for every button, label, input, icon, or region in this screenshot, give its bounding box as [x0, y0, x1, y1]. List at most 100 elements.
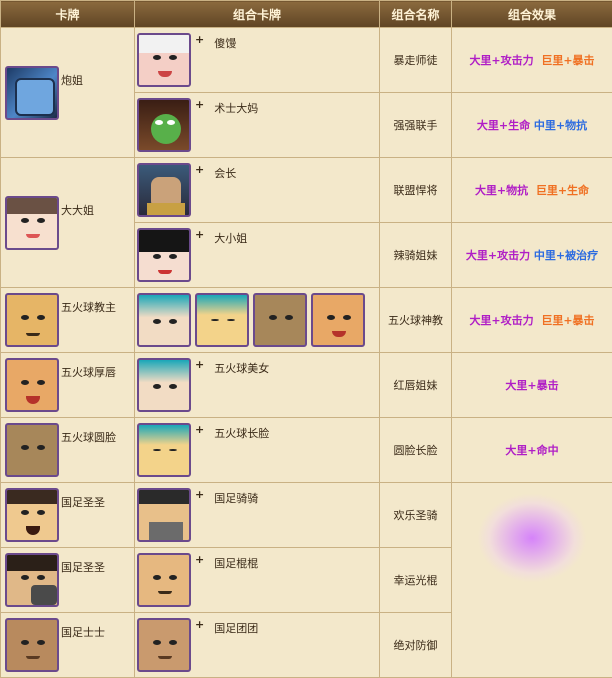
effect-part: 大里+攻击力: [469, 54, 534, 67]
partner-name: 大小姐: [214, 232, 248, 245]
effect-part: 巨里+暴击: [541, 314, 595, 327]
plus-sign: +: [195, 98, 205, 111]
combo-name: 圆脸长脸: [379, 417, 452, 483]
effect-part: 大里+命中: [505, 444, 559, 457]
card-name: 五火球圆脸: [61, 431, 116, 444]
partner-name: 国足棍棍: [214, 557, 259, 570]
effect-part: 中里+物抗: [533, 119, 588, 132]
table-row: 国足圣圣 + 国足骑骑 欢乐圣骑: [0, 482, 612, 678]
partner-portrait[interactable]: [195, 293, 249, 347]
combo-effect: 大里+攻击力 中里+被治疗: [451, 222, 612, 288]
table-row: 大大姐 + 会长 联盟悍将 大里+物抗 巨里+生命: [0, 157, 612, 288]
partner-portrait[interactable]: [137, 423, 191, 477]
combo-effect: [451, 482, 612, 678]
partner-portrait[interactable]: [137, 33, 191, 87]
partner-name: 国足团团: [214, 622, 259, 635]
effect-part: 中里+被治疗: [533, 249, 599, 262]
combo-cell: + 国足棍棍: [134, 547, 380, 613]
plus-sign: +: [195, 488, 205, 501]
card-portrait[interactable]: [5, 618, 59, 672]
card-name: 国足士士: [61, 626, 105, 639]
partner-portrait[interactable]: [253, 293, 307, 347]
partner-portrait[interactable]: [137, 98, 191, 152]
plus-sign: +: [195, 33, 205, 46]
card-portrait[interactable]: [5, 65, 59, 120]
table-row: 炮姐 + 傻馒 暴走师徒 大里+攻击力 巨里+暴击: [0, 27, 612, 158]
combo-name: 欢乐圣骑: [379, 482, 452, 548]
plus-sign: +: [195, 423, 205, 436]
card-name: 国足圣圣: [61, 496, 105, 509]
effect-part: 大里+物抗: [474, 184, 529, 197]
partner-portrait[interactable]: [137, 488, 191, 542]
combo-cell: + 国足骑骑: [134, 482, 380, 548]
partner-name: 五火球美女: [214, 362, 270, 375]
partner-name: 会长: [214, 167, 237, 180]
table-row: 五火球厚唇 + 五火球美女 红唇姐妹 大里+暴击: [0, 352, 612, 418]
combo-name: 暴走师徒: [379, 27, 452, 93]
partner-portrait[interactable]: [137, 293, 191, 347]
header-card: 卡牌: [0, 0, 135, 28]
combo-name: 红唇姐妹: [379, 352, 452, 418]
combo-cell: + 五火球长脸: [134, 417, 380, 483]
combo-effect: 大里+暴击: [451, 352, 612, 418]
partner-name: 术士大妈: [214, 102, 259, 115]
effect-part: 大里+暴击: [505, 379, 559, 392]
card-cell: 五火球教主: [0, 287, 135, 353]
card-cell: 大大姐: [0, 157, 135, 288]
partner-portrait[interactable]: [137, 618, 191, 672]
card-portrait[interactable]: [5, 423, 59, 477]
combo-cell: + 傻馒: [134, 27, 380, 93]
card-portrait[interactable]: [5, 358, 59, 412]
combo-effect: 大里+生命 中里+物抗: [451, 92, 612, 158]
partner-portrait[interactable]: [137, 553, 191, 607]
card-cell: 国足圣圣: [0, 547, 135, 613]
card-cell: 五火球厚唇: [0, 352, 135, 418]
combo-cell: + 大小姐: [134, 222, 380, 288]
card-name: 炮姐: [61, 73, 83, 87]
card-cell: 国足士士: [0, 612, 135, 678]
table-row: 五火球教主 五火球神教 大里+攻击力 巨里+暴击: [0, 287, 612, 353]
plus-sign: +: [195, 228, 205, 241]
combo-name: 强强联手: [379, 92, 452, 158]
combo-name: 幸运光棍: [379, 547, 452, 613]
plus-sign: +: [195, 618, 205, 631]
combo-cell: + 国足团团: [134, 612, 380, 678]
card-name: 大大姐: [61, 203, 94, 217]
combo-effect: 大里+攻击力 巨里+暴击: [451, 27, 612, 93]
combo-effect: 大里+命中: [451, 417, 612, 483]
partner-name: 傻馒: [214, 37, 237, 50]
table-row: 五火球圆脸 + 五火球长脸 圆脸长脸 大里+命中: [0, 417, 612, 483]
card-portrait[interactable]: [5, 293, 59, 347]
header-combo-effect: 组合效果: [451, 0, 612, 28]
header-combo-name: 组合名称: [379, 0, 452, 28]
partner-portrait[interactable]: [137, 163, 191, 217]
effect-part: 巨里+生命: [535, 184, 590, 197]
card-cell: 炮姐: [0, 27, 135, 158]
partner-name: 国足骑骑: [214, 492, 259, 505]
header-combo-cards: 组合卡牌: [134, 0, 380, 28]
header-row: 卡牌 组合卡牌 组合名称 组合效果: [0, 0, 612, 28]
partner-name: 五火球长脸: [214, 427, 270, 440]
combo-effect: 大里+物抗 巨里+生命: [451, 157, 612, 223]
combo-cell: [134, 287, 380, 353]
combo-cell: + 会长: [134, 157, 380, 223]
card-cell: 五火球圆脸: [0, 417, 135, 483]
partner-portrait[interactable]: [137, 358, 191, 412]
combo-table: 卡牌 组合卡牌 组合名称 组合效果 炮姐 + 傻馒 暴走师徒 大里+攻击力 巨里…: [0, 0, 612, 678]
card-name: 五火球教主: [61, 301, 116, 314]
card-portrait[interactable]: [5, 488, 59, 542]
combo-name: 联盟悍将: [379, 157, 452, 223]
combo-effect: 大里+攻击力 巨里+暴击: [451, 287, 612, 353]
glow-decoration: [477, 493, 587, 583]
combo-cell: + 五火球美女: [134, 352, 380, 418]
plus-sign: +: [195, 358, 205, 371]
partner-portrait[interactable]: [311, 293, 365, 347]
card-name: 国足圣圣: [61, 561, 105, 574]
card-portrait[interactable]: [5, 195, 59, 250]
card-portrait[interactable]: [5, 553, 59, 607]
card-cell: 国足圣圣: [0, 482, 135, 548]
partner-portrait[interactable]: [137, 228, 191, 282]
effect-part: 大里+攻击力: [465, 249, 531, 262]
plus-sign: +: [195, 163, 205, 176]
effect-part: 巨里+暴击: [541, 54, 595, 67]
